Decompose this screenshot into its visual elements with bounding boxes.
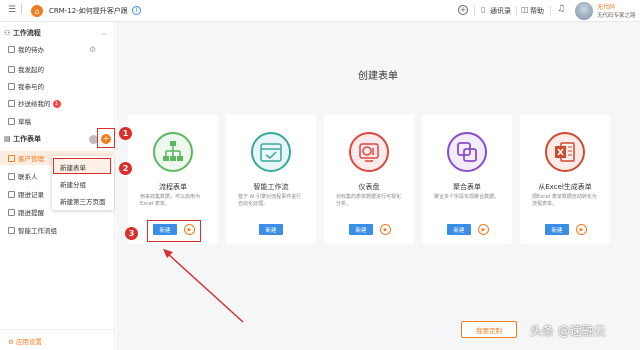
watermark: 头条 @速融云 [530,324,606,338]
annotation-arrow [163,249,244,323]
